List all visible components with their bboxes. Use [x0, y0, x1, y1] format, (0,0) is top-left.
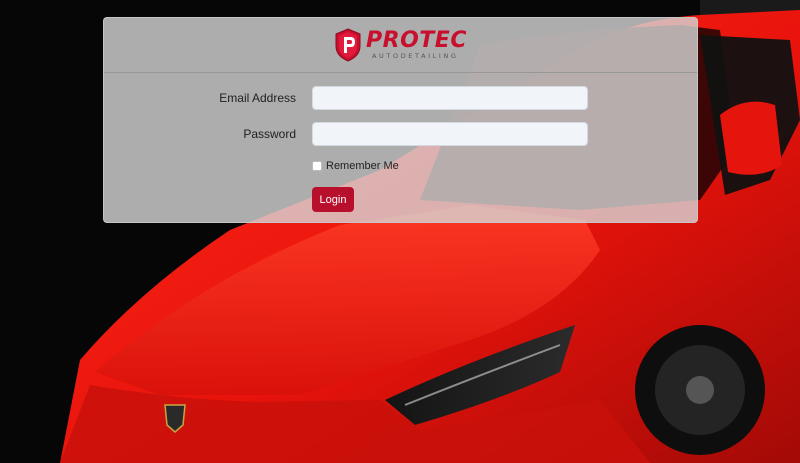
shield-p-icon — [335, 28, 361, 62]
password-row: Password — [104, 122, 697, 146]
card-header: PROTEC AUTODETAILING — [104, 18, 697, 73]
brand-name: PROTEC — [366, 28, 467, 54]
remember-checkbox[interactable] — [312, 161, 322, 171]
brand-tagline: AUTODETAILING — [372, 52, 459, 61]
email-label: Email Address — [219, 91, 296, 105]
remember-row: Remember Me — [104, 159, 697, 173]
email-row: Email Address — [104, 86, 697, 110]
login-card: PROTEC AUTODETAILING Email Address Passw… — [103, 17, 698, 223]
password-label: Password — [243, 127, 296, 141]
password-input[interactable] — [312, 122, 588, 146]
email-input[interactable] — [312, 86, 588, 110]
remember-label[interactable]: Remember Me — [326, 160, 399, 172]
brand-logo: PROTEC AUTODETAILING — [334, 28, 467, 62]
login-button[interactable]: Login — [312, 187, 354, 212]
